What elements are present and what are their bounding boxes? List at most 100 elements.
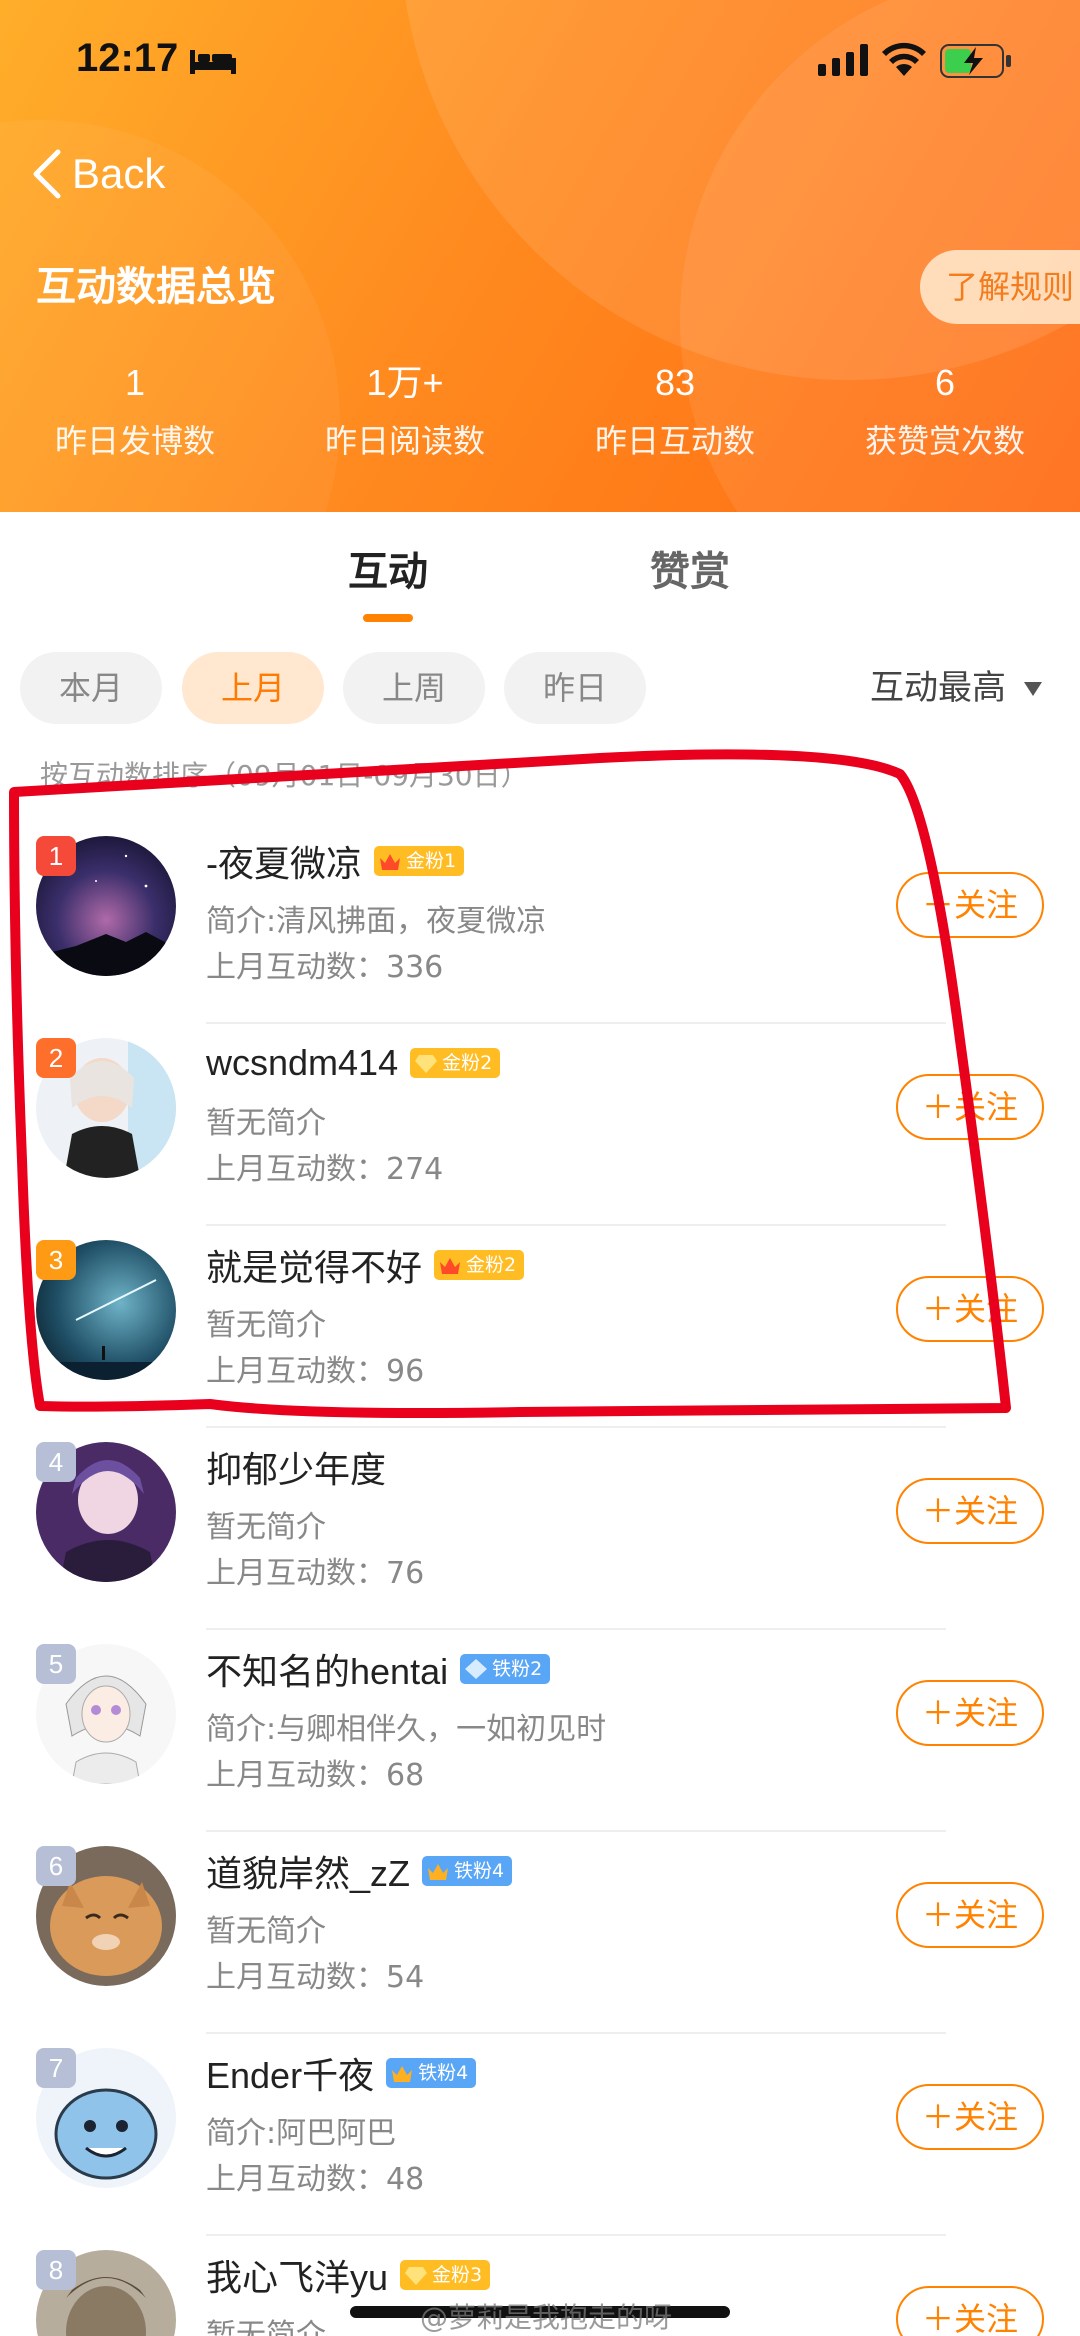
stat-value: 1 — [124, 362, 146, 403]
stat-posts: 1 昨日发博数 — [0, 360, 270, 462]
list-item[interactable]: 4 抑郁少年度 暂无简介 上月互动数：76 ＋关注 — [0, 1428, 1080, 1630]
badge-label: 金粉2 — [466, 1254, 517, 1276]
watermark: @萝莉是我抱走的呀 — [420, 2301, 673, 2334]
stats-row: 1 昨日发博数 1万+ 昨日阅读数 83 昨日互动数 6 获赞赏次数 — [0, 360, 1080, 462]
rank-badge: 8 — [36, 2250, 76, 2290]
list-item[interactable]: 1 -夜夏微凉 金粉1 简介:清风拂面，夜夏微凉 上月互动数：336 ＋关注 — [0, 822, 1080, 1024]
follow-button[interactable]: ＋关注 — [896, 872, 1044, 938]
diamond-icon — [465, 1659, 488, 1679]
sleep-mode-icon — [190, 50, 236, 74]
filter-this-month[interactable]: 本月 — [20, 652, 162, 724]
list-item[interactable]: 6 道貌岸然_zZ 铁粉4 暂无简介 上月互动数：54 ＋关注 — [0, 1832, 1080, 2034]
caret-down-icon[interactable] — [1024, 682, 1042, 696]
badge-label: 金粉3 — [432, 2264, 483, 2286]
crown-icon — [428, 1864, 449, 1880]
badge-label: 金粉2 — [442, 1052, 493, 1074]
user-name[interactable]: Ender千夜 — [206, 2047, 374, 2099]
name-line: wcsndm414 金粉2 — [206, 1038, 501, 1088]
filter-last-month[interactable]: 上月 — [182, 652, 324, 724]
status-time: 12:17 — [76, 36, 179, 80]
name-line: 道貌岸然_zZ 铁粉4 — [206, 1845, 513, 1897]
user-name[interactable]: wcsndm414 — [206, 1042, 398, 1084]
badge-label: 铁粉4 — [454, 1860, 505, 1882]
fan-level-badge: 金粉2 — [434, 1250, 525, 1280]
name-line: Ender千夜 铁粉4 — [206, 2047, 477, 2099]
follow-button[interactable]: ＋关注 — [896, 2084, 1044, 2150]
user-name[interactable]: 不知名的hentai — [206, 1643, 448, 1695]
user-name[interactable]: 抑郁少年度 — [206, 1441, 386, 1493]
user-bio: 简介:清风拂面，夜夏微凉 — [206, 904, 547, 939]
sort-hint: 按互动数排序（09月01日-09月30日） — [40, 759, 529, 792]
filter-last-week[interactable]: 上周 — [343, 652, 485, 724]
stat-reads: 1万+ 昨日阅读数 — [270, 360, 540, 462]
user-name[interactable]: 道貌岸然_zZ — [206, 1845, 410, 1897]
user-bio: 简介:阿巴阿巴 — [206, 2116, 397, 2151]
page-title: 互动数据总览 — [36, 264, 276, 310]
stat-label: 昨日发博数 — [54, 422, 215, 460]
interaction-count: 上月互动数：336 — [206, 950, 444, 985]
filter-yesterday[interactable]: 昨日 — [504, 652, 646, 724]
crown-icon — [392, 2066, 413, 2082]
interaction-count: 上月互动数：68 — [206, 1758, 425, 1793]
sort-dropdown[interactable]: 互动最高 — [870, 652, 1006, 724]
follow-button[interactable]: ＋关注 — [896, 1074, 1044, 1140]
stat-tips: 6 获赞赏次数 — [810, 360, 1080, 462]
tab-indicator — [363, 614, 413, 622]
name-line: 不知名的hentai 铁粉2 — [206, 1643, 551, 1695]
rules-button[interactable]: 了解规则 — [920, 250, 1080, 324]
name-line: 就是觉得不好 金粉2 — [206, 1239, 525, 1291]
interaction-count: 上月互动数：48 — [206, 2162, 425, 2197]
fan-level-badge: 金粉1 — [374, 846, 465, 876]
follow-button[interactable]: ＋关注 — [896, 1680, 1044, 1746]
user-name[interactable]: -夜夏微凉 — [206, 835, 362, 887]
tab-bar: 互动 赞赏 — [0, 540, 1080, 630]
status-bar: 12:17 — [0, 0, 1080, 120]
user-bio: 暂无简介 — [206, 1308, 326, 1343]
crown-icon — [440, 1258, 461, 1274]
interaction-count: 上月互动数：274 — [206, 1152, 444, 1187]
user-bio: 暂无简介 — [206, 2318, 326, 2336]
tab-rewards[interactable]: 赞赏 — [650, 540, 730, 604]
badge-label: 铁粉4 — [418, 2062, 469, 2084]
list-item[interactable]: 2 wcsndm414 金粉2 暂无简介 上月互动数：274 ＋关注 — [0, 1024, 1080, 1226]
list-item[interactable]: 7 Ender千夜 铁粉4 简介:阿巴阿巴 上月互动数：48 ＋关注 — [0, 2034, 1080, 2236]
rank-badge: 6 — [36, 1846, 76, 1886]
user-name[interactable]: 就是觉得不好 — [206, 1239, 422, 1291]
user-name[interactable]: 我心飞洋yu — [206, 2249, 388, 2301]
back-button[interactable]: Back — [30, 144, 165, 204]
interaction-count: 上月互动数：54 — [206, 1960, 425, 1995]
follow-button[interactable]: ＋关注 — [896, 1276, 1044, 1342]
fan-level-badge: 金粉2 — [410, 1048, 501, 1078]
follow-button[interactable]: ＋关注 — [896, 1478, 1044, 1544]
follow-button[interactable]: ＋关注 — [896, 1882, 1044, 1948]
interaction-count: 上月互动数：76 — [206, 1556, 425, 1591]
follow-button[interactable]: ＋关注 — [896, 2286, 1044, 2336]
crown-icon — [380, 854, 400, 870]
list-item[interactable]: 3 就是觉得不好 金粉2 暂无简介 上月互动数：96 ＋关注 — [0, 1226, 1080, 1428]
rank-badge: 7 — [36, 2048, 76, 2088]
fan-level-badge: 铁粉4 — [422, 1856, 513, 1886]
gem-icon — [415, 1055, 438, 1073]
stat-value: 1万+ — [366, 362, 444, 403]
battery-charging-icon — [940, 44, 1011, 78]
stat-label: 昨日互动数 — [594, 422, 755, 460]
name-line: 抑郁少年度 — [206, 1442, 386, 1492]
interaction-count: 上月互动数：96 — [206, 1354, 425, 1389]
stat-interactions: 83 昨日互动数 — [540, 360, 810, 462]
wifi-icon — [882, 42, 926, 76]
name-line: 我心飞洋yu 金粉3 — [206, 2249, 491, 2301]
gem-icon — [405, 2267, 428, 2285]
rank-badge: 5 — [36, 1644, 76, 1684]
list-item[interactable]: 5 不知名的hentai 铁粉2 简介:与卿相伴久，一如初见时 上月互动数：68… — [0, 1630, 1080, 1832]
cellular-signal-icon — [818, 44, 868, 76]
back-label: Back — [72, 150, 166, 197]
header-banner: 12:17 Back 互动数据总览 了解规则 1 昨日发博数 1万+ 昨日阅读数… — [0, 0, 1080, 512]
rank-badge: 3 — [36, 1240, 76, 1280]
tab-interaction[interactable]: 互动 — [348, 540, 428, 604]
user-bio: 简介:与卿相伴久，一如初见时 — [206, 1712, 607, 1747]
fan-level-badge: 铁粉2 — [460, 1654, 551, 1684]
rank-badge: 1 — [36, 836, 76, 876]
filter-bar: 本月 上月 上周 昨日 互动最高 — [0, 652, 1080, 724]
stat-value: 6 — [934, 362, 956, 403]
user-bio: 暂无简介 — [206, 1510, 326, 1545]
